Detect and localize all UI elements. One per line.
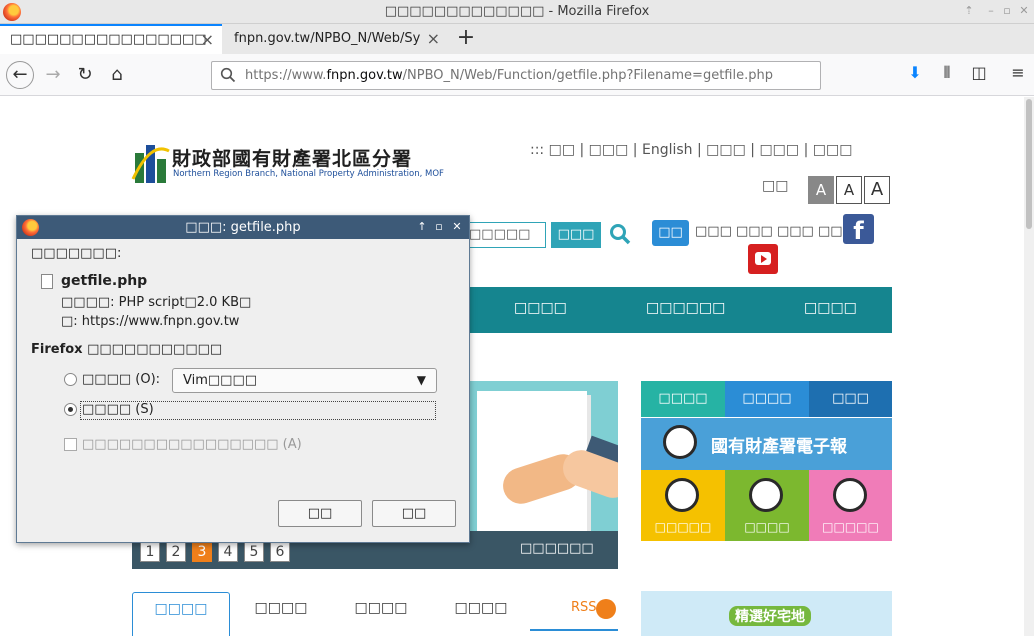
menu-item[interactable]: □□□□□□ bbox=[646, 300, 725, 316]
ok-button[interactable]: □□ bbox=[278, 500, 362, 527]
close-tab-icon[interactable]: × bbox=[201, 26, 214, 53]
minimize-icon[interactable]: – bbox=[984, 4, 998, 18]
tab-getfile[interactable]: fnpn.gov.tw/NPBO_N/Web/Sy × bbox=[224, 24, 448, 54]
tab-label: □□□□□□□□□□□□□□□□ bbox=[10, 32, 207, 47]
tile-link[interactable]: □□□□ bbox=[725, 381, 809, 417]
address-bar[interactable]: https://www.fnpn.gov.tw/NPBO_N/Web/Funct… bbox=[211, 61, 821, 90]
top-links[interactable]: ::: □□ | □□□ | English | □□□ | □□□ | □□□ bbox=[530, 142, 852, 158]
cancel-button[interactable]: □□ bbox=[372, 500, 456, 527]
dialog-question: Firefox □□□□□□□□□□□ bbox=[31, 342, 223, 357]
seal-icon bbox=[663, 425, 697, 459]
file-icon bbox=[41, 274, 53, 289]
search-icon[interactable] bbox=[609, 223, 631, 245]
carousel-page-5[interactable]: 5 bbox=[244, 542, 264, 562]
carousel-page-6[interactable]: 6 bbox=[270, 542, 290, 562]
tab-active[interactable]: □□□□□□□□□□□□□□□□ × bbox=[0, 24, 222, 54]
main-menu: □□□□ □□□□□□ □□□□ bbox=[470, 287, 892, 333]
secondary-links[interactable]: □□□ □□□ □□□ □□□ bbox=[695, 224, 855, 239]
tile-link[interactable]: □□□□□ bbox=[809, 470, 892, 541]
seal-icon bbox=[833, 478, 867, 512]
tab-news[interactable]: □□□□ bbox=[232, 592, 330, 636]
forward-arrow-icon[interactable]: → bbox=[40, 62, 66, 88]
file-type: □□□□: PHP script□2.0 KB□ bbox=[61, 295, 252, 310]
url-text: https://www.fnpn.gov.tw/NPBO_N/Web/Funct… bbox=[245, 68, 773, 83]
youtube-icon[interactable] bbox=[748, 244, 778, 274]
carousel-page-1[interactable]: 1 bbox=[140, 542, 160, 562]
tab-news[interactable]: □□□□ bbox=[432, 592, 530, 636]
agency-logo-icon bbox=[131, 145, 170, 183]
open-with-label: □□□□ (O): bbox=[82, 372, 161, 387]
home-icon[interactable]: ⌂ bbox=[104, 62, 130, 88]
enews-banner[interactable]: 國有財產署電子報 bbox=[641, 418, 892, 470]
dialog-intro: □□□□□□□: bbox=[31, 246, 122, 261]
dialog-title: □□□: getfile.php bbox=[185, 220, 301, 235]
back-arrow-icon[interactable]: ← bbox=[6, 61, 34, 89]
site-search-input[interactable]: □□□□□ bbox=[466, 222, 546, 248]
file-name: getfile.php bbox=[61, 273, 148, 289]
tab-news[interactable]: □□□□ bbox=[332, 592, 430, 636]
rss-icon[interactable] bbox=[596, 599, 616, 619]
file-source: □: https://www.fnpn.gov.tw bbox=[61, 314, 240, 329]
dialog-titlebar: □□□: getfile.php ↑ ▫ ✕ bbox=[17, 216, 469, 239]
save-file-radio[interactable] bbox=[64, 403, 77, 416]
remember-checkbox[interactable] bbox=[64, 438, 77, 451]
housing-banner[interactable]: 精選好宅地 bbox=[641, 591, 892, 636]
tab-underline bbox=[530, 629, 618, 631]
banner-caption: □□□□□□ bbox=[520, 541, 594, 556]
hamburger-menu-icon[interactable]: ≡ bbox=[1007, 63, 1029, 82]
navigation-toolbar: ← → ↻ ⌂ https://www.fnpn.gov.tw/NPBO_N/W… bbox=[0, 54, 1034, 96]
firefox-logo-icon bbox=[22, 219, 39, 236]
rss-label[interactable]: RSS bbox=[571, 600, 597, 615]
seal-icon bbox=[665, 478, 699, 512]
scrollbar-thumb[interactable] bbox=[1026, 99, 1032, 229]
window-title: □□□□□□□□□□□□□ - Mozilla Firefox bbox=[384, 4, 650, 19]
menu-item[interactable]: □□□□ bbox=[804, 300, 857, 316]
save-file-label: □□□□ (S) bbox=[82, 402, 154, 417]
seal-icon bbox=[749, 478, 783, 512]
carousel-page-3[interactable]: 3 bbox=[192, 542, 212, 562]
tile-link[interactable]: □□□□ bbox=[641, 381, 725, 417]
quick-link-pill[interactable]: □□ bbox=[652, 220, 689, 246]
open-with-radio[interactable] bbox=[64, 373, 77, 386]
font-large-button[interactable]: A bbox=[864, 176, 890, 204]
close-window-icon[interactable]: ✕ bbox=[1017, 4, 1031, 18]
tile-link[interactable]: □□□□□ bbox=[641, 470, 725, 541]
site-search-button[interactable]: □□□ bbox=[551, 222, 601, 248]
facebook-icon[interactable]: f bbox=[843, 214, 874, 245]
font-small-button[interactable]: A bbox=[808, 176, 834, 204]
page-scrollbar[interactable] bbox=[1024, 97, 1034, 636]
site-subtitle: Northern Region Branch, National Propert… bbox=[173, 169, 444, 179]
open-with-select[interactable]: Vim□□□□ ▼ bbox=[172, 368, 437, 393]
dialog-close-icon[interactable]: ✕ bbox=[450, 220, 464, 234]
tab-news[interactable]: □□□□ bbox=[132, 592, 230, 636]
chevron-down-icon: ▼ bbox=[416, 373, 426, 387]
sidebar-icon[interactable]: ◫ bbox=[968, 63, 990, 82]
remember-label: □□□□□□□□□□□□□□□□ (A) bbox=[82, 437, 302, 452]
tab-label: fnpn.gov.tw/NPBO_N/Web/Sy bbox=[234, 31, 421, 46]
tab-strip: □□□□□□□□□□□□□□□□ × fnpn.gov.tw/NPBO_N/We… bbox=[0, 24, 1034, 54]
carousel-page-4[interactable]: 4 bbox=[218, 542, 238, 562]
reload-icon[interactable]: ↻ bbox=[72, 62, 98, 88]
housing-title: 精選好宅地 bbox=[729, 606, 811, 626]
site-title: 財政部國有財產署北區分署 bbox=[172, 148, 413, 170]
window-menu-icon[interactable]: ⇡ bbox=[962, 4, 976, 18]
font-medium-button[interactable]: A bbox=[836, 176, 862, 204]
new-tab-icon[interactable]: + bbox=[456, 24, 476, 54]
search-icon bbox=[220, 67, 236, 83]
library-icon[interactable]: ⫴ bbox=[936, 63, 958, 83]
enews-title: 國有財產署電子報 bbox=[711, 437, 847, 457]
font-size-label: □□ bbox=[762, 178, 789, 194]
download-icon[interactable]: ⬇ bbox=[904, 63, 926, 82]
menu-item[interactable]: □□□□ bbox=[514, 300, 567, 316]
carousel-pager: 123456 bbox=[140, 542, 296, 562]
dialog-pin-icon[interactable]: ↑ bbox=[415, 220, 429, 234]
window-titlebar: □□□□□□□□□□□□□ - Mozilla Firefox ⇡ – ▫ ✕ bbox=[0, 0, 1034, 24]
download-dialog: □□□: getfile.php ↑ ▫ ✕ □□□□□□□: getfile.… bbox=[16, 215, 470, 543]
tile-link[interactable]: □□□ bbox=[809, 381, 892, 417]
carousel-page-2[interactable]: 2 bbox=[166, 542, 186, 562]
close-tab-icon[interactable]: × bbox=[427, 24, 440, 54]
tile-link[interactable]: □□□□ bbox=[725, 470, 809, 541]
dialog-maximize-icon[interactable]: ▫ bbox=[432, 220, 446, 234]
maximize-icon[interactable]: ▫ bbox=[1000, 4, 1014, 18]
